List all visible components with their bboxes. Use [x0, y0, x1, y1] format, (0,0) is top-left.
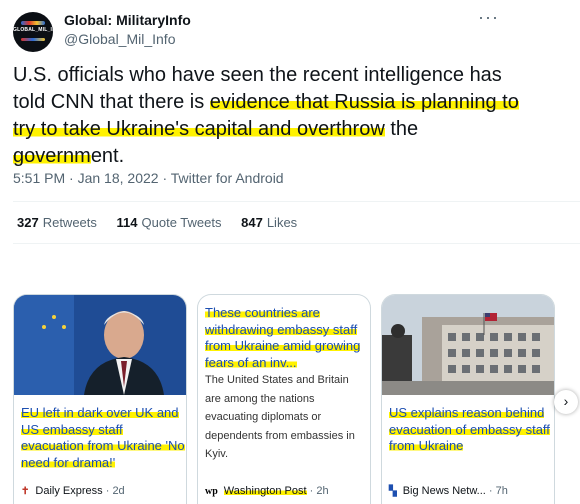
- chevron-right-icon: ›: [563, 393, 569, 409]
- card-title[interactable]: These countries are withdrawing embassy …: [205, 305, 370, 371]
- likes-label: Likes: [266, 215, 298, 230]
- tweet-text-part: ent.: [90, 145, 125, 167]
- source-sep: ·: [105, 485, 110, 497]
- bignews-icon: ▚: [389, 486, 397, 497]
- wp-icon: wp: [205, 486, 218, 497]
- source-time: 7h: [495, 485, 508, 497]
- source-name: Big News Netw...: [402, 485, 486, 497]
- source-sep: ·: [309, 485, 314, 497]
- user-handle[interactable]: @Global_Mil_Info: [64, 31, 176, 47]
- meta-separator: ·: [162, 170, 168, 186]
- meta-separator: ·: [69, 170, 74, 186]
- retweets-stat[interactable]: 327 Retweets: [17, 215, 97, 230]
- tweet-source[interactable]: Twitter for Android: [171, 170, 284, 186]
- divider: [13, 201, 580, 202]
- carousel-next-button[interactable]: ›: [554, 390, 578, 414]
- news-card-express[interactable]: EU left in dark over UK and US embassy s…: [13, 294, 187, 504]
- retweets-count: 327: [17, 215, 39, 230]
- source-sep: ·: [488, 485, 493, 497]
- highlighted-text: governm: [13, 145, 91, 167]
- source-time: 2h: [316, 485, 329, 497]
- more-options-icon[interactable]: ···: [478, 7, 499, 28]
- tweet-text: U.S. officials who have seen the recent …: [13, 62, 533, 170]
- quotes-label: Quote Tweets: [141, 215, 222, 230]
- card-source: wp Washington Post · 2h: [205, 485, 329, 497]
- divider: [13, 243, 580, 244]
- avatar[interactable]: GLOBAL_MIL_INFO: [13, 12, 53, 52]
- tweet-stats: 327 Retweets 114 Quote Tweets 847 Likes: [17, 215, 313, 230]
- express-icon: ✝: [21, 486, 30, 497]
- card-description: The United States and Britain are among …: [205, 374, 355, 460]
- tweet-time[interactable]: 5:51 PM: [13, 170, 65, 186]
- source-name: Daily Express: [35, 485, 103, 497]
- likes-count: 847: [241, 215, 263, 230]
- card-source: ▚ Big News Netw... · 7h: [389, 485, 508, 497]
- quotes-count: 114: [116, 215, 138, 230]
- card-title-text: EU left in dark over UK and US embassy s…: [21, 405, 185, 470]
- card-title-text: These countries are withdrawing embassy …: [205, 305, 361, 370]
- avatar-flags-bottom: [21, 38, 45, 41]
- card-title[interactable]: US explains reason behind evacuation of …: [389, 405, 554, 455]
- news-card-big-news[interactable]: US explains reason behind evacuation of …: [381, 294, 555, 504]
- avatar-text: GLOBAL_MIL_INFO: [13, 27, 53, 33]
- tweet-meta: 5:51 PM · Jan 18, 2022 · Twitter for And…: [13, 170, 284, 186]
- avatar-flags-top: [21, 21, 45, 25]
- news-image-official: [14, 295, 186, 395]
- retweets-label: Retweets: [42, 215, 97, 230]
- card-title-text: US explains reason behind evacuation of …: [389, 405, 550, 453]
- card-source: ✝ Daily Express · 2d: [21, 485, 125, 497]
- quote-tweets-stat[interactable]: 114 Quote Tweets: [117, 215, 222, 230]
- display-name[interactable]: Global: MilitaryInfo: [64, 12, 191, 28]
- source-time: 2d: [112, 485, 125, 497]
- card-title[interactable]: EU left in dark over UK and US embassy s…: [21, 405, 186, 471]
- news-card-washington-post[interactable]: These countries are withdrawing embassy …: [197, 294, 371, 504]
- news-image-embassy: [382, 295, 554, 395]
- tweet-date[interactable]: Jan 18, 2022: [78, 170, 159, 186]
- tweet-text-part: the: [384, 118, 419, 140]
- likes-stat[interactable]: 847 Likes: [241, 215, 297, 230]
- source-name: Washington Post: [223, 485, 307, 497]
